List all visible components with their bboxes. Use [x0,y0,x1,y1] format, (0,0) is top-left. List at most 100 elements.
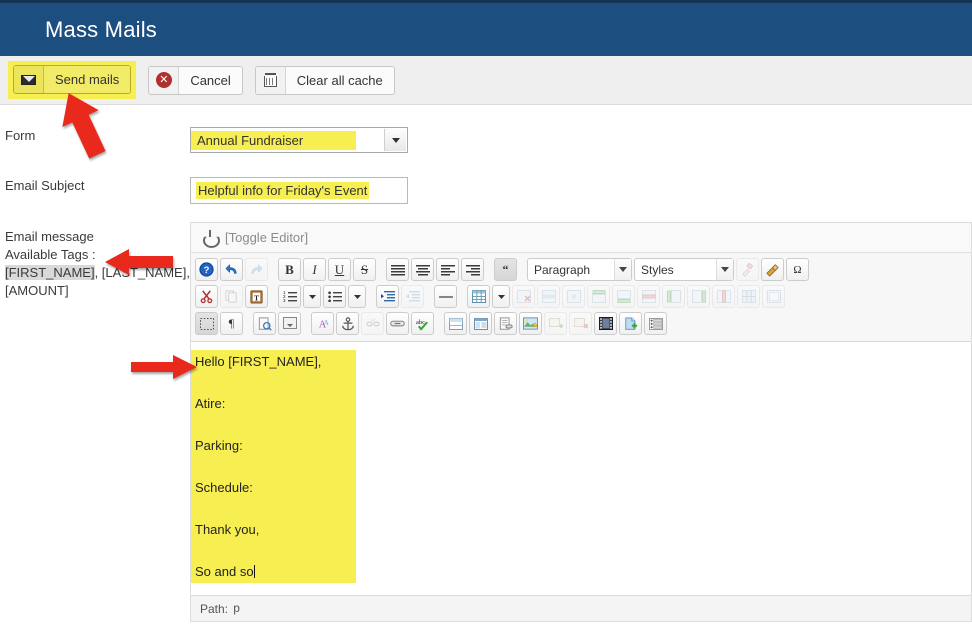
insert-column-before-icon [662,285,685,308]
indent-icon[interactable] [376,285,399,308]
form-select[interactable]: Annual Fundraiser [190,127,408,153]
text-color-icon[interactable]: AA [311,312,334,335]
italic-icon[interactable]: I [303,258,326,281]
styles-value: Styles [641,263,716,277]
show-blocks-icon[interactable] [195,312,218,335]
redo-icon [245,258,268,281]
insert-image-icon[interactable] [519,312,542,335]
insert-media-icon[interactable] [594,312,617,335]
link-icon[interactable] [386,312,409,335]
table-icon[interactable] [467,285,490,308]
paste-text-icon[interactable]: T [245,285,268,308]
form-field-label: Form [0,127,190,145]
svg-text:T: T [254,293,259,302]
insert-document-icon[interactable] [494,312,517,335]
editor-toolbars: ? B I U S [191,252,971,342]
form-row-message: Email message Available Tags : [FIRST_NA… [0,228,972,622]
insert-template-icon[interactable] [469,312,492,335]
email-subject-label: Email Subject [0,177,190,195]
merge-cells-icon [762,285,785,308]
insert-module-icon[interactable] [644,312,667,335]
toggle-editor-row[interactable]: [Toggle Editor] [191,223,971,252]
send-mails-button[interactable]: Send mails [13,65,131,94]
clear-all-cache-button[interactable]: Clear all cache [255,66,395,95]
table-row-properties-icon [537,285,560,308]
delete-table-icon [512,285,535,308]
page-break-icon[interactable] [278,312,301,335]
help-icon[interactable]: ? [195,258,218,281]
text-caret [254,565,255,578]
editor-status-bar: Path: p [191,595,971,621]
numbered-list-icon[interactable]: 123 [278,285,301,308]
send-mails-highlight: Send mails [8,61,136,99]
editor-toolbar-row-3: ¶ AA [195,310,969,337]
undo-icon[interactable] [220,258,243,281]
editor-paragraph: Parking: [195,438,356,453]
svg-text:“: “ [503,264,509,275]
unlink-icon [361,312,384,335]
cut-icon[interactable] [195,285,218,308]
align-justify-icon[interactable] [386,258,409,281]
paragraph-format-value: Paragraph [534,263,614,277]
table-cell-properties-icon [562,285,585,308]
align-right-icon[interactable] [461,258,484,281]
editor-text-highlight[interactable]: Hello [FIRST_NAME], Atire: Parking: Sche… [191,350,356,583]
path-label: Path: [200,602,228,616]
preview-icon[interactable] [253,312,276,335]
align-left-icon[interactable] [436,258,459,281]
editor-toolbar-row-2: T 123 [195,283,969,310]
action-toolbar: Send mails ✕ Cancel Clear all cache [0,56,972,105]
insert-field-icon [544,312,567,335]
anchor-icon[interactable] [336,312,359,335]
chevron-down-icon[interactable] [384,129,406,151]
send-mails-label: Send mails [44,66,130,93]
editor-content-area[interactable]: Hello [FIRST_NAME], Atire: Parking: Sche… [191,342,971,595]
svg-text:A: A [323,318,329,327]
editor-paragraph: Thank you, [195,522,356,537]
table-dropdown-icon[interactable] [492,285,510,308]
special-character-icon[interactable]: Ω [786,258,809,281]
insert-row-before-icon [587,285,610,308]
insert-row-after-icon [612,285,635,308]
spellcheck-icon[interactable]: abc [411,312,434,335]
toggle-editor-label[interactable]: [Toggle Editor] [225,230,308,245]
email-subject-input[interactable]: Helpful info for Friday's Event [190,177,408,204]
envelope-icon [14,66,44,93]
insert-page-icon[interactable] [619,312,642,335]
bold-icon[interactable]: B [278,258,301,281]
app-header: Mass Mails [0,0,972,56]
numbered-list-dropdown-icon[interactable] [303,285,321,308]
underline-icon[interactable]: U [328,258,351,281]
horizontal-rule-icon[interactable] [434,285,457,308]
split-cells-icon [737,285,760,308]
remove-format-icon [736,258,759,281]
bullet-list-dropdown-icon[interactable] [348,285,366,308]
form-row-form: Form Annual Fundraiser [0,127,972,153]
paragraph-format-select[interactable]: Paragraph [527,258,632,281]
editor-paragraph-text: So and so [195,564,254,579]
delete-row-icon [637,285,660,308]
styles-select[interactable]: Styles [634,258,734,281]
strikethrough-icon[interactable]: S [353,258,376,281]
chevron-down-icon[interactable] [716,259,733,280]
path-value: p [233,602,240,616]
trash-icon [256,67,286,94]
cleanup-icon[interactable] [761,258,784,281]
blockquote-icon[interactable]: “ [494,258,517,281]
page-title: Mass Mails [45,17,157,43]
svg-text:?: ? [204,265,210,276]
available-tags-list: [FIRST_NAME], [LAST_NAME], [AMOUNT] [5,264,190,300]
cancel-button[interactable]: ✕ Cancel [148,66,242,95]
available-tags-label: Available Tags : [5,246,190,264]
align-center-icon[interactable] [411,258,434,281]
chevron-down-icon[interactable] [614,259,631,280]
show-invisible-characters-icon[interactable]: ¶ [220,312,243,335]
editor-toolbar-row-1: ? B I U S [195,256,969,283]
clear-all-cache-label: Clear all cache [286,67,394,94]
insert-layer-icon[interactable] [444,312,467,335]
delete-field-icon [569,312,592,335]
svg-text:3: 3 [283,298,286,303]
delete-column-icon [712,285,735,308]
bullet-list-icon[interactable] [323,285,346,308]
cancel-circle-icon: ✕ [149,67,179,94]
